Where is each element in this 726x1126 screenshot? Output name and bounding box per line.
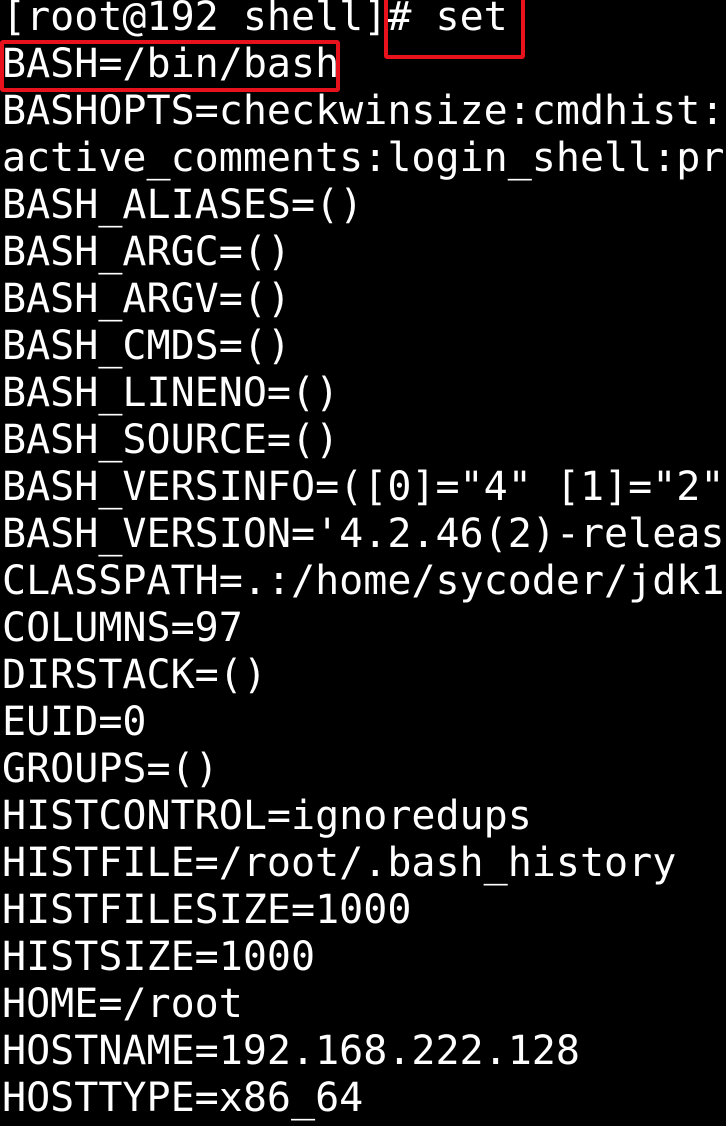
output-line: COLUMNS=97 bbox=[2, 605, 243, 651]
output-line: HISTSIZE=1000 bbox=[2, 934, 316, 980]
command-text: set bbox=[411, 0, 508, 40]
output-line: BASH_LINENO=() bbox=[2, 370, 340, 416]
output-line: HISTCONTROL=ignoredups bbox=[2, 793, 532, 839]
output-line: active_comments:login_shell:pro bbox=[2, 135, 726, 181]
output-line: BASH_ARGV=() bbox=[2, 276, 291, 322]
output-line: BASH_CMDS=() bbox=[2, 323, 291, 369]
shell-prompt: [root@192 shell]# bbox=[2, 0, 412, 40]
output-line: BASH_ALIASES=() bbox=[2, 182, 364, 228]
output-line: EUID=0 bbox=[2, 699, 147, 745]
output-line: BASH_ARGC=() bbox=[2, 229, 291, 275]
output-line: BASH_SOURCE=() bbox=[2, 417, 340, 463]
prompt-line: [root@192 shell]# set bbox=[2, 0, 726, 41]
output-line: BASHOPTS=checkwinsize:cmdhist:e bbox=[2, 88, 726, 134]
output-line: HOME=/root bbox=[2, 981, 243, 1027]
output-line: HISTFILE=/root/.bash_history bbox=[2, 840, 677, 886]
output-line: HOSTNAME=192.168.222.128 bbox=[2, 1028, 580, 1074]
terminal-output: [root@192 shell]# set BASH=/bin/bash BAS… bbox=[2, 0, 726, 1122]
terminal-window[interactable]: [root@192 shell]# set BASH=/bin/bash BAS… bbox=[0, 0, 726, 1126]
output-line: BASH_VERSION='4.2.46(2)-release bbox=[2, 511, 726, 557]
output-line: DIRSTACK=() bbox=[2, 652, 267, 698]
output-line: HISTFILESIZE=1000 bbox=[2, 887, 412, 933]
output-line: BASH_VERSINFO=([0]="4" [1]="2" bbox=[2, 464, 725, 510]
output-line: BASH=/bin/bash bbox=[2, 41, 340, 87]
output-line: HOSTTYPE=x86_64 bbox=[2, 1075, 364, 1121]
output-line: CLASSPATH=.:/home/sycoder/jdk1 bbox=[2, 558, 725, 604]
output-line: GROUPS=() bbox=[2, 746, 219, 792]
